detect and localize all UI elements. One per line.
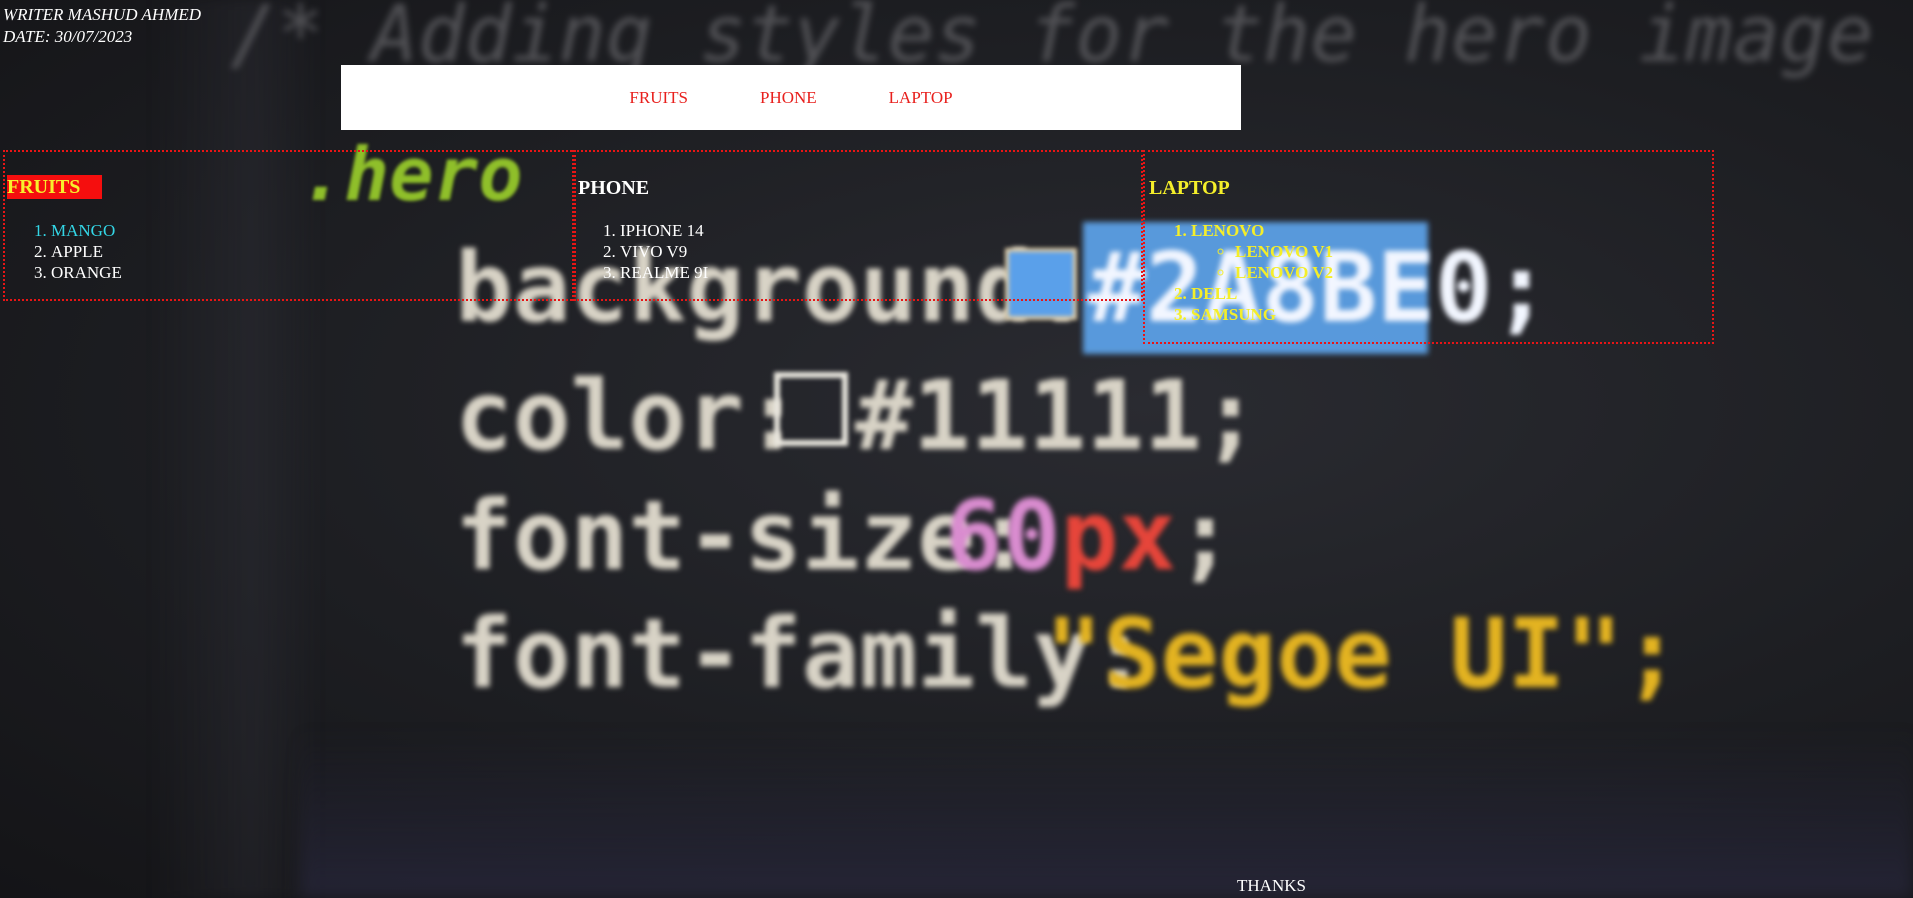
code-prop: color:	[455, 360, 802, 472]
laptop-list: LENOVO LENOVO V1 LENOVO V2 DELL SAMSUNG	[1147, 220, 1333, 325]
nav-link-fruits[interactable]: FRUITS	[629, 88, 688, 108]
laptop-item-label: LENOVO	[1191, 221, 1265, 240]
fruits-item-mango: MANGO	[51, 220, 122, 241]
editor-gutter	[150, 0, 320, 898]
code-number: 60	[945, 480, 1061, 592]
laptop-title: LAPTOP	[1149, 177, 1230, 199]
fruits-list: MANGO APPLE ORANGE	[7, 220, 122, 283]
fruits-section: FRUITS MANGO APPLE ORANGE	[3, 150, 576, 301]
code-line-color: color:	[455, 360, 802, 472]
lenovo-sub-item: LENOVO V1	[1235, 241, 1333, 262]
lenovo-sub-item: LENOVO V2	[1235, 262, 1333, 283]
laptop-item-samsung: SAMSUNG	[1191, 304, 1333, 325]
date-text: DATE: 30/07/2023	[3, 27, 133, 46]
fruits-item-orange: ORANGE	[51, 262, 122, 283]
laptop-item-dell: DELL	[1191, 283, 1333, 304]
phone-list: IPHONE 14 VIVO V9 REALME 9I	[576, 220, 708, 283]
code-unit: px	[1060, 480, 1177, 592]
footer-thanks: THANKS	[1237, 876, 1306, 895]
laptop-section: LAPTOP LENOVO LENOVO V1 LENOVO V2 DELL S…	[1143, 150, 1714, 344]
code-line-font-size-value: 60px;	[945, 480, 1234, 592]
lenovo-sublist: LENOVO V1 LENOVO V2	[1191, 241, 1333, 283]
header-meta: WRITER MASHUD AHMED DATE: 30/07/2023	[3, 4, 201, 48]
phone-item-vivo: VIVO V9	[620, 241, 708, 262]
nav-link-laptop[interactable]: LAPTOP	[889, 88, 953, 108]
white-color-swatch	[774, 372, 848, 446]
background-glow	[300, 730, 1913, 898]
phone-title: PHONE	[578, 177, 650, 199]
navbar: FRUITS PHONE LAPTOP	[341, 65, 1241, 130]
laptop-item-lenovo: LENOVO LENOVO V1 LENOVO V2	[1191, 220, 1333, 283]
writer-text: WRITER MASHUD AHMED	[3, 5, 201, 24]
phone-item-realme: REALME 9I	[620, 262, 708, 283]
code-line-font-family-value: "Segoe UI";	[1045, 598, 1681, 710]
background-code-image: /* Adding styles for the hero image .her…	[0, 0, 1913, 898]
phone-item-iphone: IPHONE 14	[620, 220, 708, 241]
code-line-color-value: #11111;	[855, 360, 1260, 472]
fruits-title: FRUITS	[7, 175, 102, 199]
nav-link-phone[interactable]: PHONE	[760, 88, 817, 108]
fruits-item-apple: APPLE	[51, 241, 122, 262]
phone-section: PHONE IPHONE 14 VIVO V9 REALME 9I	[572, 150, 1143, 301]
